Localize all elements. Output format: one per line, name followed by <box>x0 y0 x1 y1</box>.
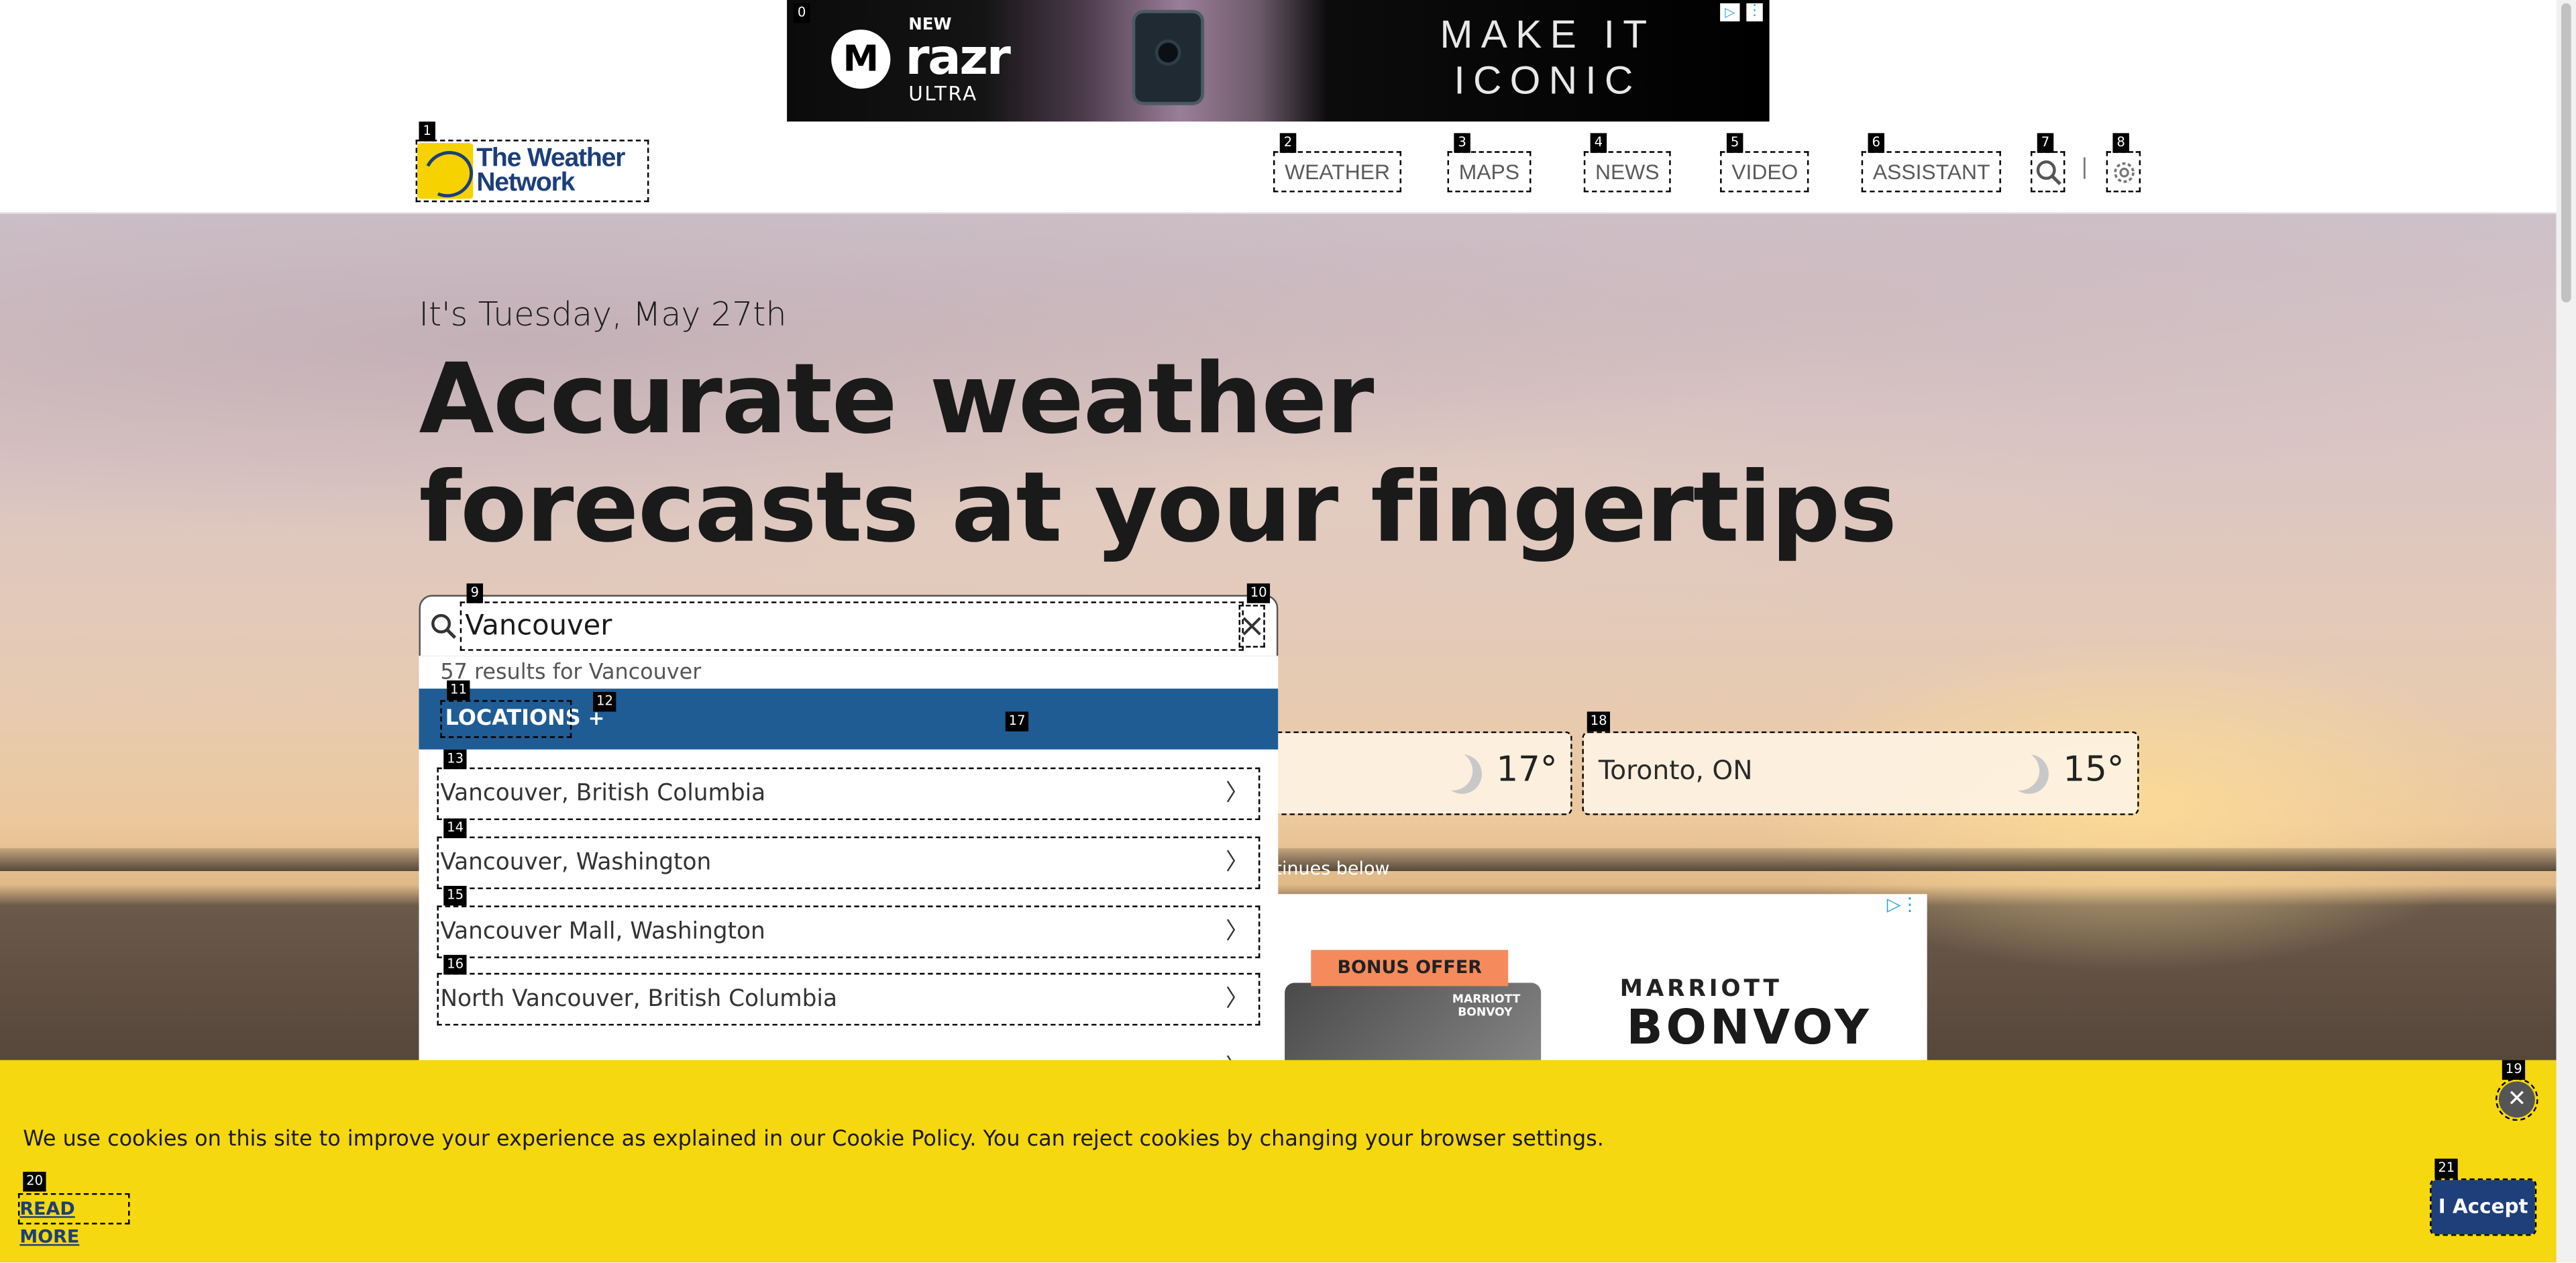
search-icon <box>2035 159 2061 185</box>
header-search-button[interactable] <box>2030 151 2065 193</box>
marker-label: 3 <box>1454 133 1470 153</box>
marker-label: 18 <box>1587 711 1611 731</box>
adchoices-icon[interactable]: ▷ <box>1720 3 1740 21</box>
results-count: 57 results for Vancouver <box>440 660 702 686</box>
marker-label: 12 <box>593 692 616 712</box>
nav-maps[interactable]: MAPS <box>1447 151 1532 193</box>
search-results-dropdown: 57 results for Vancouver LOCATIONS + Van… <box>419 656 1279 1083</box>
city-temp: 17° <box>1496 749 1558 789</box>
marker-label: 11 <box>447 680 470 701</box>
cookie-banner: We use cookies on this site to improve y… <box>0 1060 2576 1262</box>
moon-icon <box>1437 749 1487 799</box>
result-label: Vancouver, Washington <box>440 850 712 876</box>
close-icon <box>1242 617 1261 636</box>
marker-label: 16 <box>443 954 467 975</box>
phone-image <box>1135 13 1201 102</box>
scrollbar-thumb[interactable] <box>2561 3 2571 303</box>
result-row[interactable]: North Vancouver, British Columbia 〉 <box>437 972 1260 1026</box>
site-header: The Weather Network WEATHER MAPS NEWS VI… <box>0 121 2557 214</box>
accept-cookies-button[interactable]: I Accept <box>2430 1178 2537 1236</box>
read-more-link[interactable]: READ MORE <box>17 1193 130 1248</box>
bonus-offer-tag: BONUS OFFER <box>1311 950 1509 987</box>
top-advertisement[interactable]: M NEW razr ULTRA MAKE IT ICONIC ▷ ⋮ <box>787 0 1770 122</box>
ad-brand-main: BONVOY <box>1626 999 1872 1056</box>
marker-label: 14 <box>443 818 467 838</box>
continue-note: tinues below <box>1275 858 1390 880</box>
nav-assistant[interactable]: ASSISTANT <box>1861 151 2002 193</box>
marker-label: 20 <box>23 1172 47 1192</box>
marker-label: 7 <box>2037 133 2054 153</box>
ad-tagline-line2: ICONIC <box>1454 59 1642 104</box>
result-row[interactable]: Vancouver, Washington 〉 <box>437 836 1260 889</box>
chevron-right-icon: 〉 <box>1225 918 1249 946</box>
logo-line1: The Weather <box>476 144 625 173</box>
marker-label: 17 <box>1005 711 1029 731</box>
marker-label: 19 <box>2502 1060 2526 1080</box>
hero-headline: Accurate weather forecasts at your finge… <box>419 342 1897 564</box>
marker-label: 4 <box>1590 133 1607 153</box>
header-settings-button[interactable] <box>2106 151 2141 193</box>
locations-section-header: LOCATIONS + <box>419 689 1279 750</box>
marriott-advertisement[interactable]: BONUS OFFER MARRIOTT BONVOY ▷ ⋮ <box>1275 894 1927 1075</box>
ad-menu-icon[interactable]: ⋮ <box>1746 3 1763 21</box>
result-label: Vancouver, British Columbia <box>440 780 766 807</box>
cookie-message: We use cookies on this site to improve y… <box>23 1127 1604 1152</box>
marker-label: 9 <box>466 583 484 603</box>
close-icon[interactable]: ✕ <box>2496 1078 2538 1121</box>
headline-line2: forecasts at your fingertips <box>419 450 1897 564</box>
locations-tab[interactable]: LOCATIONS <box>440 700 581 738</box>
result-row[interactable]: Vancouver Mall, Washington 〉 <box>437 905 1260 958</box>
motorola-logo-icon: M <box>831 30 891 89</box>
nav-separator: | <box>2081 152 2088 179</box>
city-name: Toronto, ON <box>1598 754 1753 786</box>
chevron-right-icon: 〉 <box>1225 780 1249 807</box>
chevron-right-icon: 〉 <box>1225 850 1249 876</box>
site-logo[interactable]: The Weather Network <box>415 140 649 203</box>
ad-tagline-line1: MAKE IT <box>1440 13 1656 58</box>
city-card-toronto[interactable]: Toronto, ON 15° <box>1582 731 2139 815</box>
gear-icon <box>2113 161 2134 183</box>
city-temp: 15° <box>2063 749 2125 789</box>
nav-video[interactable]: VIDEO <box>1720 151 1810 193</box>
search-icon <box>431 613 457 639</box>
location-search <box>419 595 1279 658</box>
page-scrollbar[interactable] <box>2556 0 2576 1262</box>
marker-label: 0 <box>793 3 810 23</box>
nav-weather[interactable]: WEATHER <box>1273 151 1402 193</box>
logo-line2: Network <box>476 169 575 197</box>
ad-brand-sub: ULTRA <box>908 82 978 105</box>
chevron-right-icon: 〉 <box>1225 986 1249 1013</box>
search-input[interactable] <box>460 601 1244 651</box>
marker-label: 5 <box>1726 133 1743 153</box>
marker-label: 6 <box>1868 133 1885 153</box>
result-label: North Vancouver, British Columbia <box>440 986 837 1013</box>
marker-label: 15 <box>443 886 467 906</box>
date-line: It's Tuesday, May 27th <box>419 294 787 334</box>
ad-tagline: MAKE IT ICONIC <box>1391 13 1703 105</box>
marker-label: 13 <box>443 749 467 770</box>
marker-label: 8 <box>2112 133 2129 153</box>
ad-menu-icon[interactable]: ⋮ <box>1900 894 1919 915</box>
marker-label: 21 <box>2434 1158 2459 1178</box>
adchoices-icon[interactable]: ▷ <box>1887 894 1901 915</box>
moon-icon <box>2004 749 2054 799</box>
result-row[interactable]: Vancouver, British Columbia 〉 <box>437 767 1260 821</box>
marker-label: 2 <box>1279 133 1297 153</box>
marker-label: 10 <box>1246 583 1271 603</box>
clear-search-button[interactable] <box>1238 605 1265 648</box>
weather-network-logo-icon <box>417 143 474 199</box>
result-label: Vancouver Mall, Washington <box>440 918 765 946</box>
headline-line1: Accurate weather <box>419 342 1374 456</box>
ad-brand: razr <box>905 30 1010 87</box>
marker-label: 1 <box>419 121 435 142</box>
page: M NEW razr ULTRA MAKE IT ICONIC ▷ ⋮ 0 Th… <box>0 0 2576 1262</box>
nav-news[interactable]: NEWS <box>1583 151 1671 193</box>
logo-text: The Weather Network <box>476 144 625 197</box>
